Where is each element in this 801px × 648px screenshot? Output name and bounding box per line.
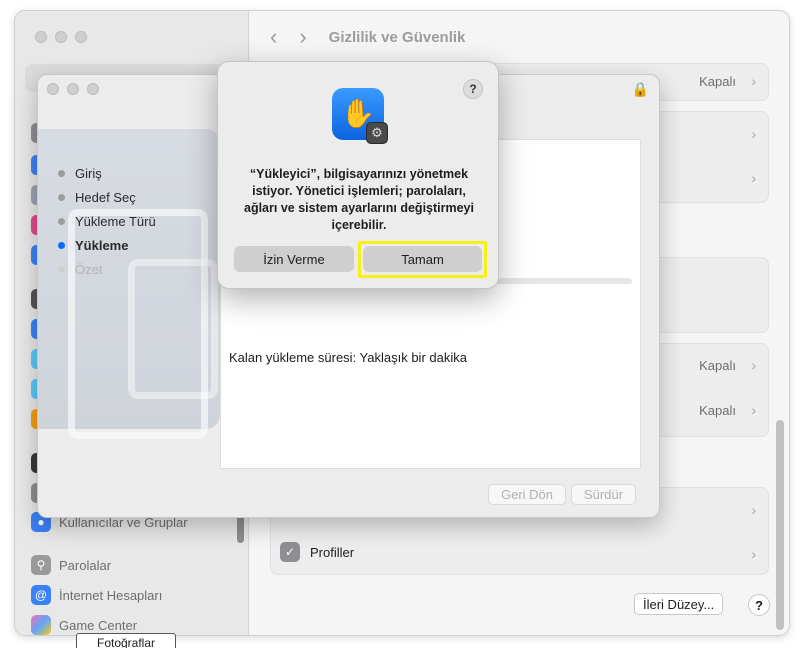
chevron-right-icon[interactable]: › — [751, 357, 756, 373]
back-button[interactable]: Geri Dön — [488, 484, 567, 505]
at-icon: @ — [31, 585, 51, 605]
row-status: Kapalı — [699, 358, 736, 373]
step-install-type: Yükleme Türü — [58, 209, 156, 233]
installer-zoom-button[interactable] — [87, 83, 99, 95]
photos-tooltip: Fotoğraflar — [76, 633, 176, 648]
close-window-button[interactable] — [35, 31, 47, 43]
chevron-right-icon[interactable]: › — [751, 126, 756, 142]
authorization-alert: ? ✋ ⚙ “Yükleyici”, bilgisayarınızı yönet… — [217, 61, 499, 289]
main-toolbar: ‹ › Gizlilik ve Güvenlik — [250, 11, 789, 63]
continue-button[interactable]: Sürdür — [571, 484, 637, 505]
deny-button[interactable]: İzin Verme — [234, 246, 354, 272]
window-controls — [35, 31, 87, 43]
row-status: Kapalı — [699, 74, 736, 89]
minimize-window-button[interactable] — [55, 31, 67, 43]
ok-button[interactable]: Tamam — [363, 246, 482, 272]
back-chevron-icon[interactable]: ‹ — [270, 24, 277, 50]
chevron-right-icon[interactable]: › — [751, 170, 756, 186]
installer-steps: Giriş Hedef Seç Yükleme Türü Yükleme Öze… — [58, 161, 156, 281]
chevron-right-icon[interactable]: › — [751, 502, 756, 518]
main-scrollbar[interactable] — [776, 420, 784, 630]
game-center-icon — [31, 615, 51, 635]
gear-icon: ⚙ — [366, 122, 388, 144]
help-button[interactable]: ? — [748, 594, 770, 616]
profiles-row[interactable]: ✓ Profiller — [280, 542, 354, 562]
page-title: Gizlilik ve Güvenlik — [328, 28, 466, 46]
sidebar-item-internet-accounts[interactable]: @ İnternet Hesapları — [31, 585, 162, 605]
sidebar-item-label: Parolalar — [59, 557, 112, 573]
sidebar-item-game-center[interactable]: Game Center — [31, 615, 137, 635]
forward-chevron-icon[interactable]: › — [299, 24, 306, 50]
sidebar-item-label: İnternet Hesapları — [59, 587, 163, 603]
installer-window-controls — [47, 83, 99, 95]
chevron-right-icon[interactable]: › — [751, 73, 756, 89]
sidebar-item-label: Game Center — [59, 617, 138, 633]
zoom-window-button[interactable] — [75, 31, 87, 43]
lock-icon: 🔒 — [631, 81, 649, 97]
remaining-time-text: Kalan yükleme süresi: Yaklaşık bir dakik… — [229, 350, 467, 365]
step-summary: Özet — [58, 257, 156, 281]
profiles-check-icon: ✓ — [280, 542, 300, 562]
installer-close-button[interactable] — [47, 83, 59, 95]
step-installation: Yükleme — [58, 233, 156, 257]
row-status: Kapalı — [699, 403, 736, 418]
chevron-right-icon[interactable]: › — [751, 546, 756, 562]
alert-help-button[interactable]: ? — [463, 79, 483, 99]
installer-minimize-button[interactable] — [67, 83, 79, 95]
key-icon: ⚲ — [31, 555, 51, 575]
chevron-right-icon[interactable]: › — [751, 402, 756, 418]
profiles-label: Profiller — [310, 544, 355, 560]
step-intro: Giriş — [58, 161, 156, 185]
sidebar-item-passwords[interactable]: ⚲ Parolalar — [31, 555, 111, 575]
advanced-button[interactable]: İleri Düzey... — [634, 593, 724, 615]
alert-message: “Yükleyici”, bilgisayarınızı yönetmek is… — [244, 167, 474, 232]
step-destination: Hedef Seç — [58, 185, 156, 209]
